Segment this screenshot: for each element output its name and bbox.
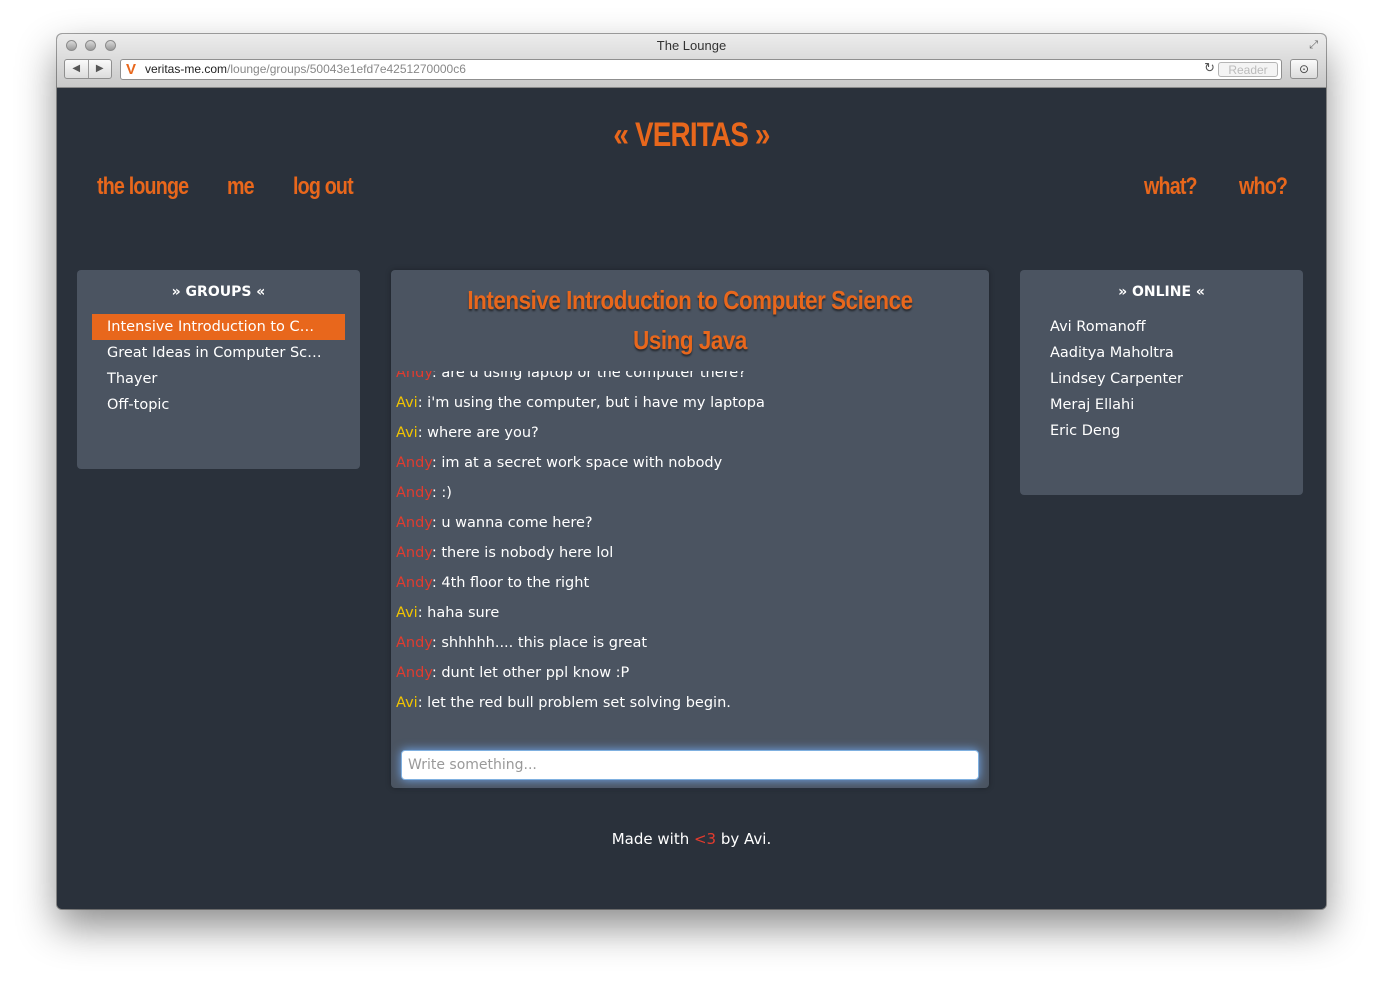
group-item[interactable]: Intensive Introduction to C…	[92, 314, 345, 340]
history-buttons: ◀ ▶	[64, 59, 112, 79]
nav-link-logout[interactable]: log out	[293, 173, 366, 201]
group-item[interactable]: Great Ideas in Computer Sc…	[92, 340, 345, 366]
message-text: : i'm using the computer, but i have my …	[417, 395, 765, 411]
chat-title: Intensive Introduction to Computer Scien…	[467, 285, 913, 355]
back-button[interactable]: ◀	[65, 60, 89, 78]
online-user[interactable]: Meraj Ellahi	[1050, 392, 1183, 418]
message-text: : dunt let other ppl know :P	[431, 665, 630, 681]
reader-button[interactable]: Reader	[1218, 62, 1278, 77]
downloads-button[interactable]: ⊙	[1290, 59, 1318, 79]
footer-suffix: by Avi.	[716, 830, 772, 848]
chat-message: Andy: are u using laptop or the computer…	[396, 371, 765, 388]
message-author[interactable]: Andy	[396, 575, 432, 591]
message-input[interactable]	[402, 751, 978, 779]
chat-message: Avi: where are you?	[396, 418, 765, 448]
message-author[interactable]: Andy	[396, 515, 432, 531]
heart-text: <3	[693, 830, 717, 848]
chat-message: Andy: 4th floor to the right	[396, 568, 765, 598]
page-content: « VERITAS » the lounge me log out what? …	[57, 88, 1326, 909]
message-text: : shhhhh.... this place is great	[431, 635, 648, 651]
footer: Made with <3 by Avi.	[57, 830, 1326, 848]
online-user[interactable]: Aaditya Maholtra	[1050, 340, 1183, 366]
message-author[interactable]: Avi	[396, 695, 418, 711]
message-author[interactable]: Andy	[396, 545, 432, 561]
chat-message: Andy: shhhhh.... this place is great	[396, 628, 765, 658]
group-item[interactable]: Off-topic	[92, 392, 345, 418]
message-author[interactable]: Avi	[396, 425, 418, 441]
chat-message: Andy: :)	[396, 478, 765, 508]
message-author[interactable]: Andy	[396, 635, 432, 651]
chat-message: Avi: let the red bull problem set solvin…	[396, 688, 765, 718]
chat-message: Andy: dunt let other ppl know :P	[396, 658, 765, 688]
site-logo[interactable]: « VERITAS »	[171, 116, 1212, 155]
chat-message: Avi: i'm using the computer, but i have …	[396, 388, 765, 418]
window-title: The Lounge	[656, 38, 727, 53]
message-text: : let the red bull problem set solving b…	[417, 695, 731, 711]
url-path: /lounge/groups/50043e1efd7e4251270000c6	[227, 62, 466, 76]
nav-link-me[interactable]: me	[227, 173, 260, 201]
online-user[interactable]: Lindsey Carpenter	[1050, 366, 1183, 392]
message-input-wrapper	[401, 750, 979, 780]
message-author[interactable]: Avi	[396, 395, 418, 411]
reload-icon[interactable]: ↻	[1204, 61, 1215, 76]
message-text: : im at a secret work space with nobody	[431, 455, 723, 471]
nav-link-what[interactable]: what?	[1144, 173, 1208, 201]
chat-message: Andy: u wanna come here?	[396, 508, 765, 538]
nav-link-lounge[interactable]: the lounge	[97, 173, 208, 201]
nav-link-who[interactable]: who?	[1239, 173, 1298, 201]
message-text: : 4th floor to the right	[431, 575, 590, 591]
address-bar[interactable]: V veritas-me.com/lounge/groups/50043e1ef…	[120, 59, 1282, 80]
fullscreen-icon[interactable]: ⤢	[1309, 38, 1318, 52]
message-text: : where are you?	[417, 425, 539, 441]
footer-prefix: Made with	[611, 830, 694, 848]
message-author[interactable]: Andy	[396, 665, 432, 681]
message-author[interactable]: Avi	[396, 605, 418, 621]
online-user-list: Avi Romanoff Aaditya Maholtra Lindsey Ca…	[1050, 314, 1183, 444]
message-text: : are u using laptop or the computer the…	[431, 371, 746, 381]
forward-button[interactable]: ▶	[89, 60, 112, 78]
online-user[interactable]: Avi Romanoff	[1050, 314, 1183, 340]
group-item[interactable]: Thayer	[92, 366, 345, 392]
message-text: : haha sure	[417, 605, 500, 621]
online-panel: » ONLINE « Avi Romanoff Aaditya Maholtra…	[1020, 270, 1303, 495]
url-text[interactable]: veritas-me.com/lounge/groups/50043e1efd7…	[145, 62, 466, 77]
chat-message: Andy: im at a secret work space with nob…	[396, 448, 765, 478]
browser-window: The Lounge ⤢ ◀ ▶ V veritas-me.com/lounge…	[57, 34, 1326, 909]
group-list: Intensive Introduction to C… Great Ideas…	[92, 314, 345, 418]
online-user[interactable]: Eric Deng	[1050, 418, 1183, 444]
groups-heading: » GROUPS «	[171, 284, 266, 300]
site-favicon-icon: V	[126, 61, 137, 78]
message-author[interactable]: Andy	[396, 371, 432, 381]
message-list[interactable]: Andy: are u using laptop or the computer…	[391, 371, 989, 728]
browser-toolbar: The Lounge ⤢ ◀ ▶ V veritas-me.com/lounge…	[57, 34, 1326, 88]
message-author[interactable]: Andy	[396, 485, 432, 501]
chat-message: Andy: there is nobody here lol	[396, 538, 765, 568]
message-text: : u wanna come here?	[431, 515, 593, 531]
message-container: Andy: are u using laptop or the computer…	[396, 371, 765, 718]
groups-panel: » GROUPS « Intensive Introduction to C… …	[77, 270, 360, 469]
online-heading: » ONLINE «	[1118, 284, 1205, 300]
chat-panel: Intensive Introduction to Computer Scien…	[391, 270, 989, 788]
url-host: veritas-me.com	[145, 62, 228, 76]
message-text: : :)	[431, 485, 452, 501]
message-text: : there is nobody here lol	[431, 545, 614, 561]
chat-message: Avi: haha sure	[396, 598, 765, 628]
message-author[interactable]: Andy	[396, 455, 432, 471]
